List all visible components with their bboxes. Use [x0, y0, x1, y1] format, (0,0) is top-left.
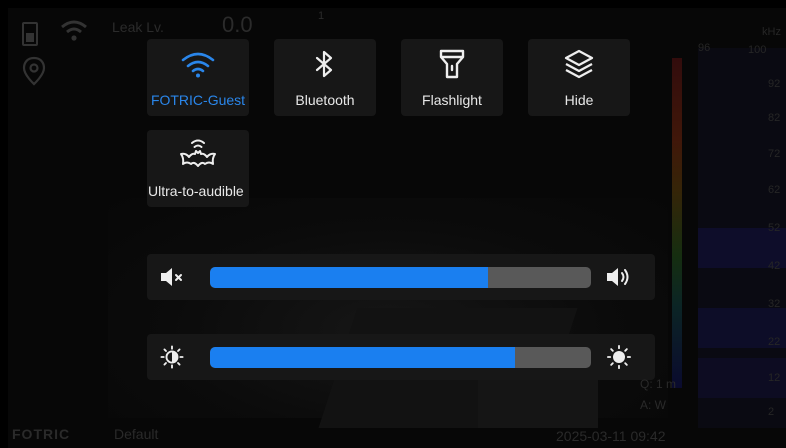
wifi-icon [61, 20, 87, 41]
spectrum-tick: 22 [768, 336, 781, 348]
spectrum-tick: 42 [768, 260, 781, 272]
volume-slider[interactable] [210, 267, 591, 288]
tile-label: Hide [564, 92, 594, 108]
mode-label[interactable]: Default [114, 426, 158, 442]
flashlight-icon [439, 49, 465, 79]
tile-label: Ultra-to-audible [148, 183, 244, 199]
volume-slider-fill [210, 267, 489, 288]
brightness-slider-row [147, 334, 655, 380]
spectrum-unit: kHz [762, 26, 781, 38]
brightness-low-icon[interactable] [159, 345, 185, 369]
thermal-color-bar [672, 58, 682, 388]
spectrum-tick: 32 [768, 298, 781, 310]
spectrum-tick: 12 [768, 372, 781, 384]
wifi-icon [181, 52, 215, 78]
tile-wifi[interactable]: FOTRIC-Guest [147, 39, 249, 116]
brightness-slider-fill [210, 347, 515, 368]
bluetooth-icon [315, 50, 333, 78]
brand-logo: FOTRIC [12, 426, 71, 442]
brightness-high-icon[interactable] [605, 345, 633, 369]
tile-label: FOTRIC-Guest [150, 92, 246, 108]
spectrum-tick: 62 [768, 184, 781, 196]
volume-mute-icon[interactable] [159, 265, 185, 289]
location-pin-icon[interactable] [22, 56, 46, 86]
ultrasound-bat-icon [180, 139, 216, 167]
spectrum-tick: 82 [768, 112, 781, 124]
volume-slider-row [147, 254, 655, 300]
brightness-slider[interactable] [210, 347, 591, 368]
spectrum-tick: 92 [768, 78, 781, 90]
spectrum-left-value: 96 [698, 42, 711, 54]
volume-up-icon[interactable] [605, 265, 633, 289]
leak-level-value: 0.0 [222, 12, 253, 37]
readout-a: Q: 1 m [640, 377, 677, 391]
spectrum-tick: 2 [768, 406, 775, 418]
spectrum-tick: 52 [768, 222, 781, 234]
spectrum-top-scale: 100 [748, 44, 767, 56]
tile-label: Flashlight [422, 92, 482, 108]
datetime: 2025-03-11 09:42 [556, 428, 666, 444]
leak-level-label: Leak Lv. [112, 19, 164, 35]
readout-b: A: W [640, 398, 666, 412]
status-marker: 1 [318, 10, 325, 22]
layers-icon [564, 49, 594, 79]
tile-label: Bluetooth [295, 92, 355, 108]
spectrum-panel [698, 48, 786, 428]
battery-icon [22, 22, 38, 46]
tile-flashlight[interactable]: Flashlight [401, 39, 503, 116]
tile-ultra-to-audible[interactable]: Ultra-to-audible [147, 130, 249, 207]
tile-hide[interactable]: Hide [528, 39, 630, 116]
spectrum-tick: 72 [768, 148, 781, 160]
tile-bluetooth[interactable]: Bluetooth [274, 39, 376, 116]
